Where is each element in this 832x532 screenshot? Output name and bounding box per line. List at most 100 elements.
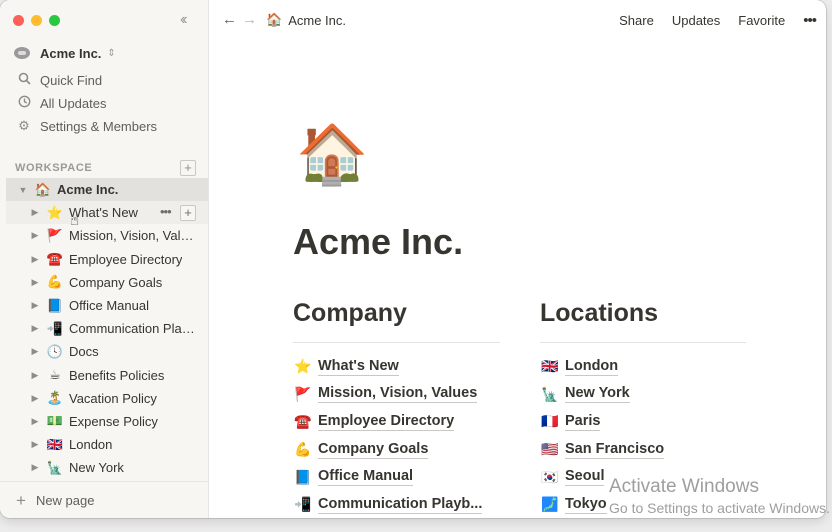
sidebar-item-company-goals[interactable]: ▶ 💪 Company Goals — [6, 271, 208, 294]
caret-right-icon[interactable]: ▶ — [30, 393, 40, 404]
sidebar-item-label: Employee Directory — [69, 251, 183, 267]
link-label: San Francisco — [565, 440, 665, 459]
plus-icon: + — [16, 491, 26, 510]
caret-right-icon[interactable]: ▶ — [30, 207, 40, 218]
caret-right-icon[interactable]: ▶ — [30, 277, 40, 288]
france-flag-icon: 🇫🇷 — [541, 413, 559, 430]
sidebar-item-label: Company Goals — [69, 274, 163, 290]
sidebar-item-communication-playbook[interactable]: ▶ 📲 Communication Playbook — [6, 317, 208, 340]
flag-icon: 🚩 — [46, 227, 64, 243]
sidebar-item-acme-inc[interactable]: ▼ 🏠 Acme Inc. — [6, 178, 208, 202]
clock-icon — [16, 95, 32, 111]
zoom-window-button[interactable] — [49, 15, 60, 26]
caret-right-icon[interactable]: ▶ — [30, 230, 40, 241]
flexed-bicep-icon: 💪 — [46, 274, 64, 290]
caret-right-icon[interactable]: ▶ — [30, 300, 40, 311]
uk-flag-icon: 🇬🇧 — [541, 358, 559, 375]
more-options-icon[interactable]: ••• — [803, 12, 817, 29]
activate-windows-title: Activate Windows — [609, 476, 759, 497]
sidebar-item-office-manual[interactable]: ▶ 📘 Office Manual — [6, 294, 208, 317]
money-icon: 💵 — [46, 413, 64, 429]
sidebar-item-new-york[interactable]: ▶ 🗽 New York — [6, 456, 208, 479]
add-page-button[interactable]: + — [180, 160, 196, 176]
breadcrumb[interactable]: 🏠 Acme Inc. — [266, 12, 346, 28]
sidebar-item-whats-new[interactable]: ▶ ⭐ What's New ••• + — [6, 201, 208, 225]
caret-right-icon[interactable]: ▶ — [30, 346, 40, 357]
link-office-manual[interactable]: 📘 Office Manual — [294, 463, 482, 491]
japan-map-icon: 🗾 — [541, 496, 559, 513]
nav-quick-find[interactable]: Quick Find — [16, 70, 102, 90]
mobile-phone-icon: 📲 — [46, 320, 64, 336]
star-icon: ⭐ — [294, 358, 312, 375]
updates-button[interactable]: Updates — [672, 13, 720, 28]
mobile-phone-icon: 📲 — [294, 496, 312, 513]
top-bar: ← → 🏠 Acme Inc. Share Updates Favorite •… — [209, 0, 826, 42]
section-label-workspace: WORKSPACE — [15, 162, 93, 174]
search-icon — [16, 72, 32, 88]
workspace-switcher[interactable]: Acme Inc. ⇕ — [14, 44, 116, 62]
link-new-york[interactable]: 🗽 New York — [541, 381, 664, 409]
page-tree: ▼ 🏠 Acme Inc. ▶ ⭐ What's New ••• + ▶ 🚩 M… — [6, 178, 208, 479]
caret-right-icon[interactable]: ▶ — [30, 254, 40, 265]
link-paris[interactable]: 🇫🇷 Paris — [541, 408, 664, 436]
clock-face-icon: 🕓 — [46, 343, 64, 359]
coffee-icon: ☕ — [49, 367, 61, 383]
link-employee-directory[interactable]: ☎️ Employee Directory — [294, 408, 482, 436]
back-arrow-icon[interactable]: ← — [222, 11, 237, 28]
share-button[interactable]: Share — [619, 13, 654, 28]
breadcrumb-label: Acme Inc. — [288, 12, 346, 28]
caret-right-icon[interactable]: ▶ — [30, 323, 40, 334]
island-icon: 🏝️ — [46, 390, 64, 406]
favorite-button[interactable]: Favorite — [738, 13, 785, 28]
house-icon: 🏠 — [266, 12, 283, 27]
sidebar-item-employee-directory[interactable]: ▶ ☎️ Employee Directory — [6, 248, 208, 271]
link-label: Employee Directory — [318, 412, 455, 431]
sidebar-item-benefits-policies[interactable]: ▶ ☕ Benefits Policies — [6, 364, 208, 387]
sidebar-item-expense-policy[interactable]: ▶ 💵 Expense Policy — [6, 410, 208, 433]
link-label: Communication Playb... — [318, 495, 483, 514]
link-whats-new[interactable]: ⭐ What's New — [294, 353, 482, 381]
statue-of-liberty-icon: 🗽 — [46, 459, 64, 475]
link-san-francisco[interactable]: 🇺🇸 San Francisco — [541, 436, 665, 464]
sidebar-item-vacation-policy[interactable]: ▶ 🏝️ Vacation Policy — [6, 387, 208, 410]
caret-right-icon[interactable]: ▶ — [30, 439, 40, 450]
uk-flag-icon: 🇬🇧 — [46, 436, 64, 452]
sidebar-item-label: London — [69, 437, 113, 453]
add-subpage-button[interactable]: + — [180, 205, 196, 222]
minimize-window-button[interactable] — [31, 15, 42, 26]
link-label: Paris — [565, 412, 601, 431]
page-icon[interactable]: 🏠 — [296, 120, 368, 190]
workspace-logo-icon — [14, 47, 30, 59]
sidebar-item-label: New York — [69, 460, 124, 476]
link-label: Mission, Vision, Values — [318, 385, 478, 404]
nav-all-updates[interactable]: All Updates — [16, 93, 106, 113]
sidebar-item-docs[interactable]: ▶ 🕓 Docs — [6, 340, 208, 363]
nav-label: All Updates — [40, 95, 107, 111]
caret-down-icon[interactable]: ▼ — [18, 185, 28, 195]
sidebar-item-label: Docs — [69, 344, 99, 360]
sidebar-item-label: Mission, Vision, Values — [69, 228, 197, 244]
forward-arrow-icon[interactable]: → — [242, 11, 257, 28]
caret-right-icon[interactable]: ▶ — [30, 370, 40, 381]
link-london[interactable]: 🇬🇧 London — [541, 353, 664, 381]
top-bar-actions: Share Updates Favorite ••• — [601, 12, 817, 29]
more-options-icon[interactable]: ••• — [160, 204, 172, 219]
new-page-button[interactable]: + New page — [0, 481, 208, 518]
blue-book-icon: 📘 — [294, 468, 312, 485]
collapse-sidebar-icon[interactable]: ‹‹ — [180, 9, 187, 31]
link-label: London — [565, 357, 619, 376]
activate-windows-subtitle: Go to Settings to activate Windows. — [609, 500, 830, 516]
sidebar-item-mission[interactable]: ▶ 🚩 Mission, Vision, Values — [6, 224, 208, 247]
caret-right-icon[interactable]: ▶ — [30, 462, 40, 473]
caret-right-icon[interactable]: ▶ — [30, 416, 40, 427]
sidebar-item-label: Expense Policy — [69, 413, 158, 429]
sidebar-item-london[interactable]: ▶ 🇬🇧 London — [6, 433, 208, 456]
link-communication-playbook[interactable]: 📲 Communication Playb... — [294, 491, 483, 518]
telephone-icon: ☎️ — [294, 413, 312, 430]
hand-cursor-icon: ☝ — [70, 212, 80, 229]
nav-settings-members[interactable]: ⚙ Settings & Members — [16, 116, 157, 136]
korea-flag-icon: 🇰🇷 — [541, 468, 559, 485]
link-mission[interactable]: 🚩 Mission, Vision, Values — [294, 381, 482, 409]
link-company-goals[interactable]: 💪 Company Goals — [294, 436, 482, 464]
close-window-button[interactable] — [13, 15, 24, 26]
